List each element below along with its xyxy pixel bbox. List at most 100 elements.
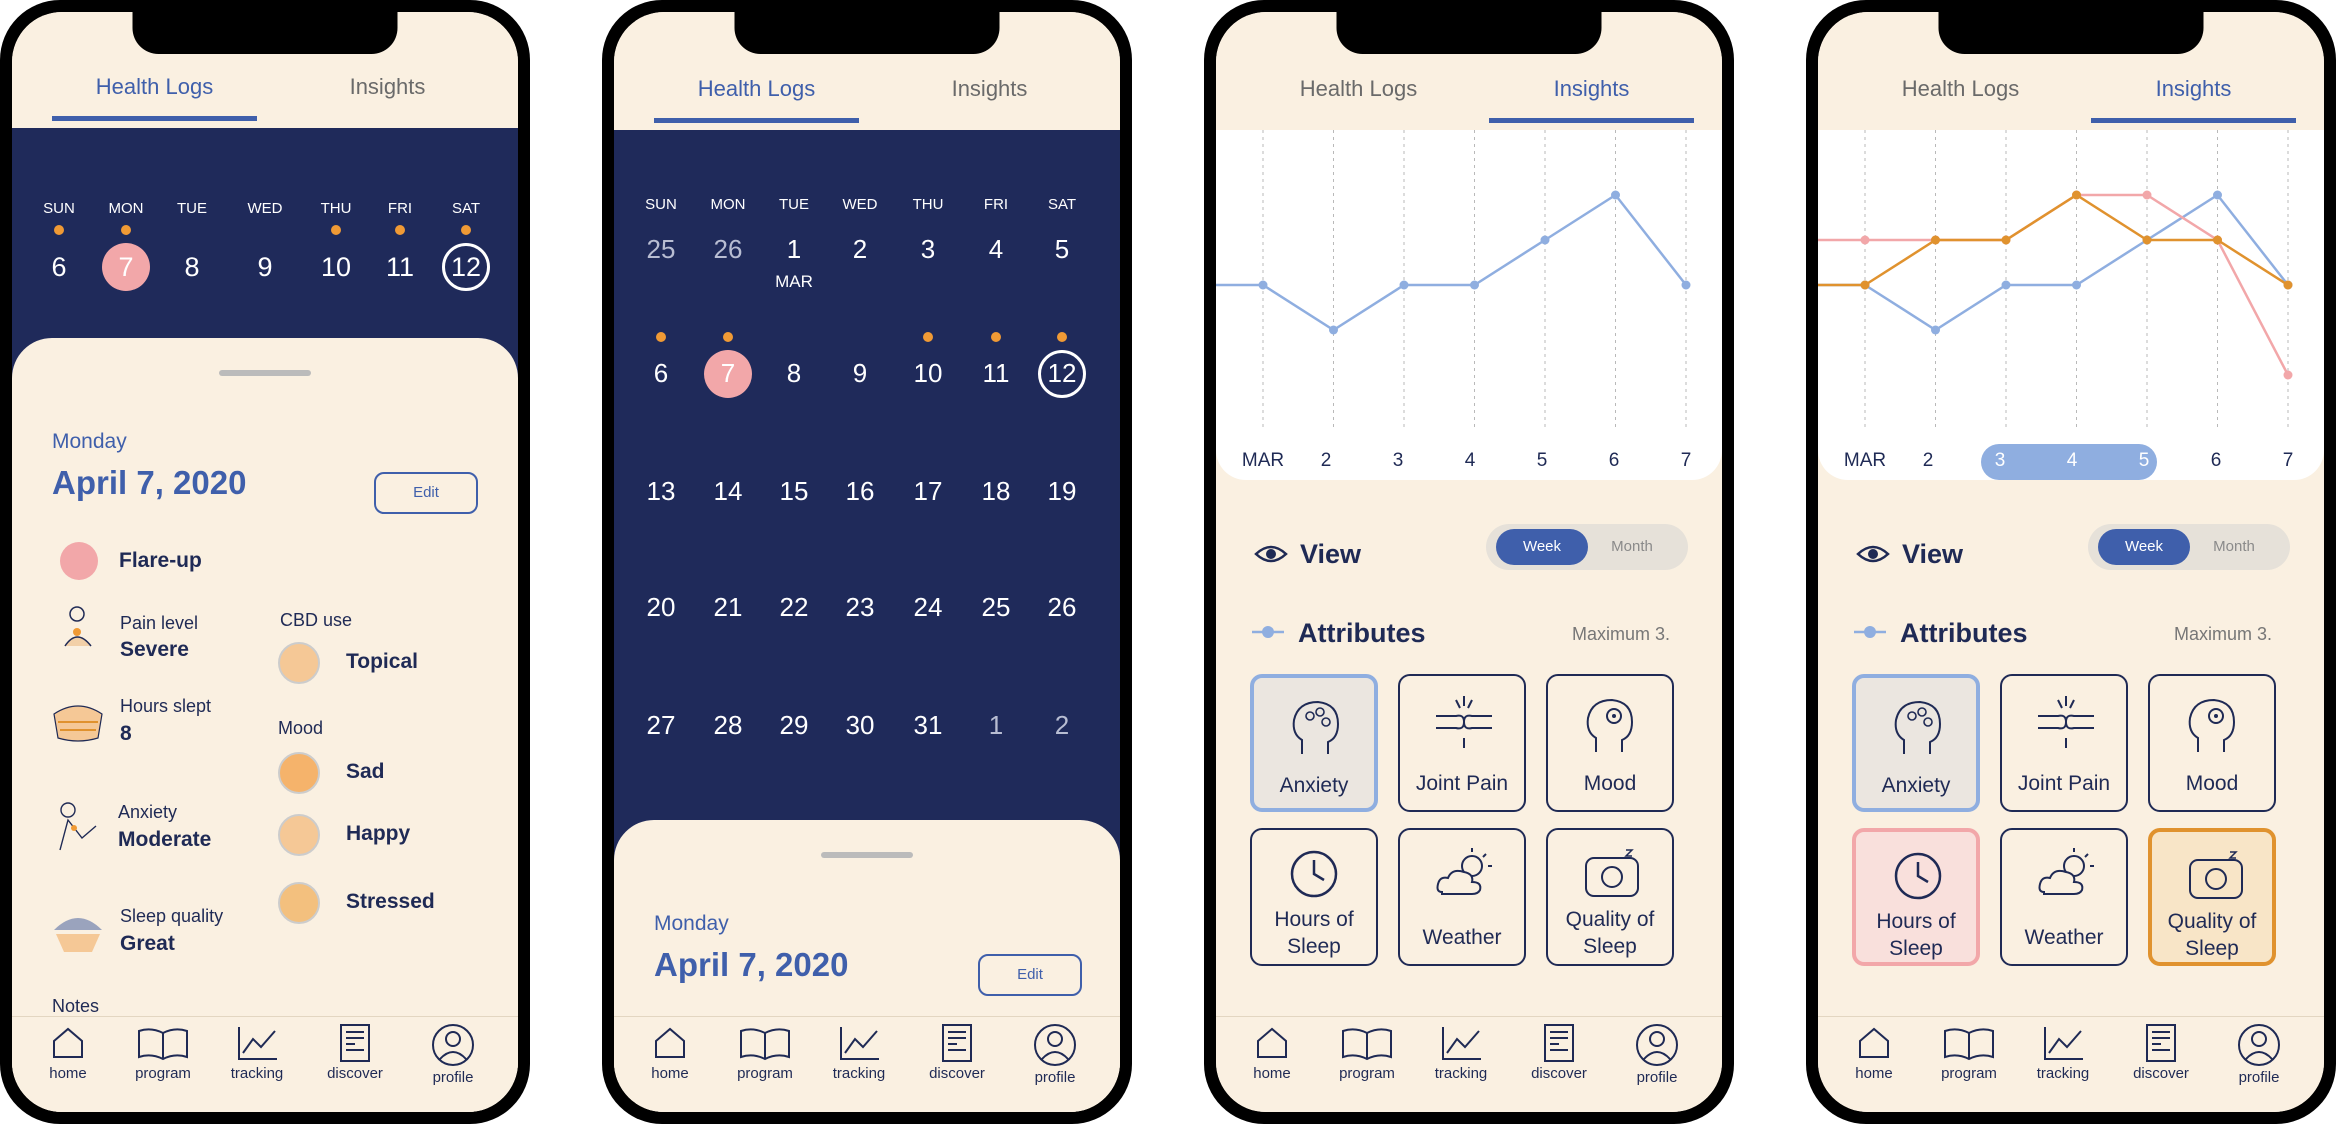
data-point[interactable] (2001, 280, 2011, 290)
attribute-quality-of-sleep[interactable]: Quality of Sleep (2148, 828, 2276, 966)
nav-discover[interactable]: discover (2126, 1023, 2196, 1082)
data-point[interactable] (1329, 325, 1338, 335)
nav-home[interactable]: home (1839, 1023, 1909, 1082)
day-number[interactable]: 1 (764, 234, 824, 265)
sheet-handle[interactable] (821, 852, 913, 858)
tab-insights[interactable]: Insights (285, 74, 490, 116)
nav-profile[interactable]: profile (2224, 1023, 2294, 1086)
nav-program[interactable]: program (128, 1023, 198, 1082)
day-number[interactable]: 17 (898, 476, 958, 507)
day-number[interactable]: 9 (830, 358, 890, 389)
nav-program[interactable]: program (1934, 1023, 2004, 1082)
toggle-week[interactable]: Week (1496, 529, 1588, 565)
tab-insights[interactable]: Insights (2091, 76, 2296, 123)
edit-button[interactable]: Edit (374, 472, 478, 514)
day-number[interactable]: 2 (830, 234, 890, 265)
day-number[interactable]: 6 (631, 358, 691, 389)
day-number[interactable]: 25 (631, 234, 691, 265)
day-number[interactable]: 26 (698, 234, 758, 265)
data-point[interactable] (2142, 235, 2152, 245)
attribute-quality-of-sleep[interactable]: Quality of Sleep (1546, 828, 1674, 966)
day-number[interactable]: 1 (966, 710, 1026, 741)
nav-discover[interactable]: discover (922, 1023, 992, 1082)
nav-home[interactable]: home (635, 1023, 705, 1082)
attribute-anxiety[interactable]: Anxiety (1852, 674, 1980, 812)
attribute-joint-pain[interactable]: Joint Pain (1398, 674, 1526, 812)
data-point[interactable] (2142, 190, 2152, 200)
attribute-anxiety[interactable]: Anxiety (1250, 674, 1378, 812)
data-point[interactable] (1399, 280, 1409, 290)
toggle-month[interactable]: Month (1586, 529, 1678, 565)
data-point[interactable] (1860, 235, 1870, 245)
data-point[interactable] (1470, 280, 1479, 290)
day-number[interactable]: 14 (698, 476, 758, 507)
day-number[interactable]: 6 (29, 252, 89, 283)
day-number[interactable]: 12 (1032, 358, 1092, 389)
day-number[interactable]: 12 (436, 252, 496, 283)
nav-home[interactable]: home (33, 1023, 103, 1082)
data-point[interactable] (2213, 235, 2222, 245)
data-point[interactable] (2283, 370, 2293, 380)
day-number[interactable]: 25 (966, 592, 1026, 623)
attribute-weather[interactable]: Weather (2000, 828, 2128, 966)
attribute-hours-of-sleep[interactable]: Hours of Sleep (1250, 828, 1378, 966)
day-number[interactable]: 11 (370, 252, 430, 283)
nav-home[interactable]: home (1237, 1023, 1307, 1082)
day-number[interactable]: 31 (898, 710, 958, 741)
day-number[interactable]: 28 (698, 710, 758, 741)
day-number[interactable]: 3 (898, 234, 958, 265)
day-number[interactable]: 7 (96, 252, 156, 283)
nav-tracking[interactable]: tracking (222, 1023, 292, 1082)
toggle-week[interactable]: Week (2098, 529, 2190, 565)
day-number[interactable]: 21 (698, 592, 758, 623)
nav-discover[interactable]: discover (320, 1023, 390, 1082)
day-number[interactable]: 8 (764, 358, 824, 389)
data-point[interactable] (1931, 325, 1940, 335)
day-number[interactable]: 15 (764, 476, 824, 507)
day-number[interactable]: 18 (966, 476, 1026, 507)
day-number[interactable]: 13 (631, 476, 691, 507)
tab-health-logs[interactable]: Health Logs (654, 76, 859, 123)
day-number[interactable]: 30 (830, 710, 890, 741)
day-number[interactable]: 27 (631, 710, 691, 741)
attribute-mood[interactable]: Mood (2148, 674, 2276, 812)
day-number[interactable]: 23 (830, 592, 890, 623)
toggle-month[interactable]: Month (2188, 529, 2280, 565)
day-number[interactable]: 19 (1032, 476, 1092, 507)
data-point[interactable] (2072, 190, 2081, 200)
day-number[interactable]: 9 (235, 252, 295, 283)
attribute-weather[interactable]: Weather (1398, 828, 1526, 966)
data-point[interactable] (2072, 280, 2081, 290)
day-number[interactable]: 20 (631, 592, 691, 623)
day-number[interactable]: 22 (764, 592, 824, 623)
tab-insights[interactable]: Insights (887, 76, 1092, 118)
day-number[interactable]: 2 (1032, 710, 1092, 741)
attribute-joint-pain[interactable]: Joint Pain (2000, 674, 2128, 812)
nav-profile[interactable]: profile (1622, 1023, 1692, 1086)
data-point[interactable] (1860, 280, 1870, 290)
nav-tracking[interactable]: tracking (824, 1023, 894, 1082)
data-point[interactable] (1258, 280, 1268, 290)
data-point[interactable] (2213, 190, 2222, 200)
nav-discover[interactable]: discover (1524, 1023, 1594, 1082)
tab-health-logs[interactable]: Health Logs (52, 74, 257, 121)
attribute-hours-of-sleep[interactable]: Hours of Sleep (1852, 828, 1980, 966)
attribute-mood[interactable]: Mood (1546, 674, 1674, 812)
day-number[interactable]: 29 (764, 710, 824, 741)
data-point[interactable] (2001, 235, 2011, 245)
day-number[interactable]: 5 (1032, 234, 1092, 265)
data-point[interactable] (1931, 235, 1940, 245)
day-number[interactable]: 8 (162, 252, 222, 283)
nav-profile[interactable]: profile (1020, 1023, 1090, 1086)
nav-tracking[interactable]: tracking (2028, 1023, 2098, 1082)
nav-profile[interactable]: profile (418, 1023, 488, 1086)
day-number[interactable]: 7 (698, 358, 758, 389)
tab-health-logs[interactable]: Health Logs (1256, 76, 1461, 118)
sheet-handle[interactable] (219, 370, 311, 376)
data-point[interactable] (1540, 235, 1550, 245)
nav-program[interactable]: program (730, 1023, 800, 1082)
data-point[interactable] (1611, 190, 1620, 200)
day-number[interactable]: 4 (966, 234, 1026, 265)
tab-insights[interactable]: Insights (1489, 76, 1694, 123)
data-point[interactable] (1681, 280, 1691, 290)
